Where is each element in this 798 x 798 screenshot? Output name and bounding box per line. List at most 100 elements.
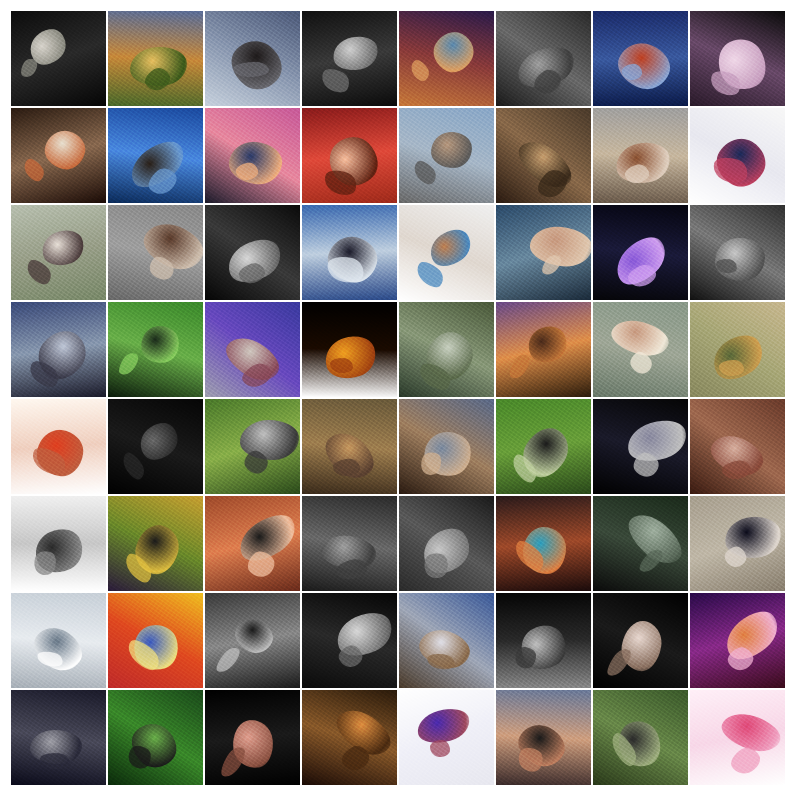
tile-texture [690,11,785,106]
tile-texture [496,690,591,785]
tile-texture [690,496,785,591]
sample-tile [690,302,785,397]
tile-texture [593,11,688,106]
sample-tile [690,690,785,785]
tile-texture [690,593,785,688]
sample-tile [11,205,106,300]
sample-tile [399,399,494,494]
sample-tile [205,108,300,203]
sample-tile [496,399,591,494]
sample-tile [108,399,203,494]
sample-tile [11,496,106,591]
tile-texture [302,108,397,203]
tile-texture [302,11,397,106]
sample-tile [690,496,785,591]
tile-texture [690,399,785,494]
sample-tile [593,205,688,300]
tile-texture [496,593,591,688]
tile-texture [205,496,300,591]
sample-tile [302,690,397,785]
tile-texture [108,690,203,785]
sample-tile [399,690,494,785]
tile-texture [205,690,300,785]
tile-texture [11,496,106,591]
tile-texture [399,496,494,591]
tile-texture [399,399,494,494]
sample-tile [399,205,494,300]
tile-texture [399,205,494,300]
sample-tile [690,11,785,106]
tile-texture [205,302,300,397]
tile-texture [302,690,397,785]
tile-texture [496,205,591,300]
tile-texture [496,11,591,106]
sample-tile [11,108,106,203]
sample-tile [690,205,785,300]
sample-tile [399,108,494,203]
sample-tile [302,205,397,300]
sample-tile [108,496,203,591]
tile-texture [108,11,203,106]
tile-texture [593,108,688,203]
sample-tile [302,496,397,591]
sample-tile [399,302,494,397]
tile-texture [399,108,494,203]
tile-texture [399,302,494,397]
sample-tile [11,399,106,494]
tile-texture [11,205,106,300]
tile-texture [399,593,494,688]
sample-tile [302,108,397,203]
sample-tile [496,108,591,203]
image-grid [11,11,787,787]
tile-texture [108,496,203,591]
sample-tile [205,496,300,591]
sample-tile [496,302,591,397]
tile-texture [496,496,591,591]
sample-tile [302,302,397,397]
tile-texture [11,11,106,106]
tile-texture [108,593,203,688]
tile-texture [205,205,300,300]
tile-texture [205,11,300,106]
tile-texture [496,399,591,494]
tile-texture [690,690,785,785]
sample-tile [108,108,203,203]
tile-texture [302,205,397,300]
sample-tile [399,11,494,106]
tile-texture [593,399,688,494]
tile-texture [11,690,106,785]
tile-texture [108,108,203,203]
tile-texture [205,593,300,688]
tile-texture [302,302,397,397]
sample-tile [593,302,688,397]
sample-tile [108,205,203,300]
tile-texture [205,108,300,203]
sample-tile [690,593,785,688]
sample-tile [302,399,397,494]
sample-tile [593,496,688,591]
sample-tile [11,11,106,106]
sample-tile [496,11,591,106]
sample-tile [205,11,300,106]
tile-texture [11,302,106,397]
tile-texture [593,690,688,785]
sample-tile [11,690,106,785]
tile-texture [11,399,106,494]
sample-tile [108,593,203,688]
tile-texture [11,108,106,203]
sample-tile [205,399,300,494]
sample-tile [496,496,591,591]
sample-tile [205,302,300,397]
sample-tile [496,205,591,300]
sample-tile [399,593,494,688]
tile-texture [205,399,300,494]
tile-texture [593,205,688,300]
tile-texture [11,593,106,688]
tile-texture [302,496,397,591]
tile-texture [593,302,688,397]
tile-texture [690,302,785,397]
tile-texture [108,399,203,494]
sample-tile [399,496,494,591]
tile-texture [593,593,688,688]
tile-texture [690,108,785,203]
